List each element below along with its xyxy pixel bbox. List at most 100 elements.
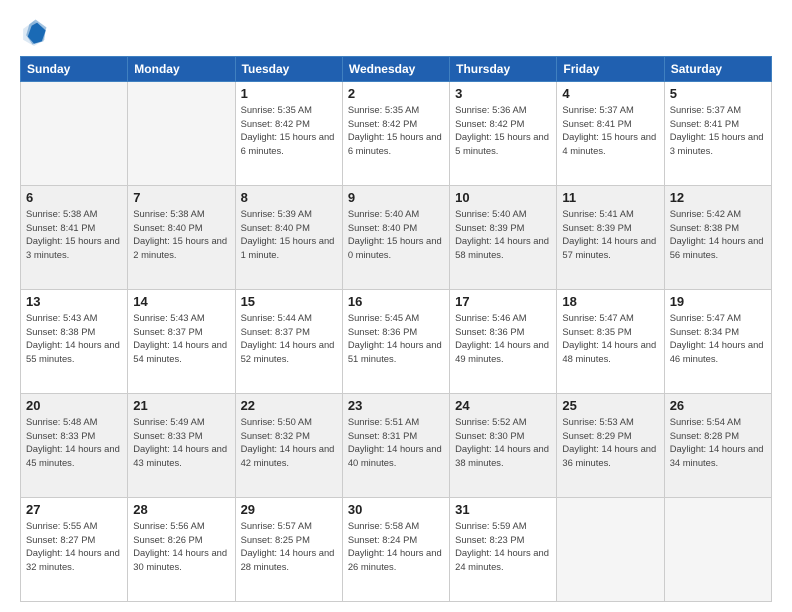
weekday-header-thursday: Thursday — [450, 57, 557, 82]
day-info: Sunrise: 5:58 AMSunset: 8:24 PMDaylight:… — [348, 519, 444, 574]
day-info: Sunrise: 5:54 AMSunset: 8:28 PMDaylight:… — [670, 415, 766, 470]
day-number: 2 — [348, 86, 444, 101]
calendar-cell: 12Sunrise: 5:42 AMSunset: 8:38 PMDayligh… — [664, 186, 771, 290]
week-row-1: 1 Sunrise: 5:35 AMSunset: 8:42 PMDaylight… — [21, 82, 772, 186]
day-info: Sunrise: 5:59 AMSunset: 8:23 PMDaylight:… — [455, 519, 551, 574]
day-number: 7 — [133, 190, 229, 205]
day-info: Sunrise: 5:55 AMSunset: 8:27 PMDaylight:… — [26, 519, 122, 574]
calendar-cell: 3Sunrise: 5:36 AMSunset: 8:42 PMDaylight… — [450, 82, 557, 186]
calendar-cell: 2 Sunrise: 5:35 AMSunset: 8:42 PMDaylight… — [342, 82, 449, 186]
calendar-cell: 29 Sunrise: 5:57 AMSunset: 8:25 PMDayligh… — [235, 498, 342, 602]
day-info: Sunrise: 5:39 AMSunset: 8:40 PMDaylight:… — [241, 207, 337, 262]
weekday-header-tuesday: Tuesday — [235, 57, 342, 82]
day-number: 11 — [562, 190, 658, 205]
calendar-cell: 13 Sunrise: 5:43 AMSunset: 8:38 PMDayligh… — [21, 290, 128, 394]
day-info: Sunrise: 5:37 AMSunset: 8:41 PMDaylight:… — [562, 103, 658, 158]
calendar-cell: 23Sunrise: 5:51 AMSunset: 8:31 PMDayligh… — [342, 394, 449, 498]
day-number: 16 — [348, 294, 444, 309]
weekday-header-friday: Friday — [557, 57, 664, 82]
page: SundayMondayTuesdayWednesdayThursdayFrid… — [0, 0, 792, 612]
day-number: 19 — [670, 294, 766, 309]
calendar-table: SundayMondayTuesdayWednesdayThursdayFrid… — [20, 56, 772, 602]
calendar-cell: 9Sunrise: 5:40 AMSunset: 8:40 PMDaylight… — [342, 186, 449, 290]
day-info: Sunrise: 5:53 AMSunset: 8:29 PMDaylight:… — [562, 415, 658, 470]
calendar-cell: 26 Sunrise: 5:54 AMSunset: 8:28 PMDayligh… — [664, 394, 771, 498]
calendar-cell: 30 Sunrise: 5:58 AMSunset: 8:24 PMDayligh… — [342, 498, 449, 602]
week-row-4: 20 Sunrise: 5:48 AMSunset: 8:33 PMDayligh… — [21, 394, 772, 498]
day-number: 1 — [241, 86, 337, 101]
day-info: Sunrise: 5:35 AMSunset: 8:42 PMDaylight:… — [241, 103, 337, 158]
day-info: Sunrise: 5:48 AMSunset: 8:33 PMDaylight:… — [26, 415, 122, 470]
day-number: 26 — [670, 398, 766, 413]
logo-icon — [20, 18, 48, 46]
day-info: Sunrise: 5:47 AMSunset: 8:34 PMDaylight:… — [670, 311, 766, 366]
day-number: 14 — [133, 294, 229, 309]
day-info: Sunrise: 5:57 AMSunset: 8:25 PMDaylight:… — [241, 519, 337, 574]
calendar-cell: 28Sunrise: 5:56 AMSunset: 8:26 PMDayligh… — [128, 498, 235, 602]
calendar-cell — [128, 82, 235, 186]
day-info: Sunrise: 5:38 AMSunset: 8:41 PMDaylight:… — [26, 207, 122, 262]
calendar-cell: 6 Sunrise: 5:38 AMSunset: 8:41 PMDaylight… — [21, 186, 128, 290]
logo — [20, 18, 52, 46]
calendar-cell: 25 Sunrise: 5:53 AMSunset: 8:29 PMDayligh… — [557, 394, 664, 498]
day-number: 29 — [241, 502, 337, 517]
day-number: 20 — [26, 398, 122, 413]
calendar-cell: 11 Sunrise: 5:41 AMSunset: 8:39 PMDayligh… — [557, 186, 664, 290]
day-number: 17 — [455, 294, 551, 309]
calendar-cell: 24Sunrise: 5:52 AMSunset: 8:30 PMDayligh… — [450, 394, 557, 498]
weekday-header-row: SundayMondayTuesdayWednesdayThursdayFrid… — [21, 57, 772, 82]
calendar-cell: 1 Sunrise: 5:35 AMSunset: 8:42 PMDaylight… — [235, 82, 342, 186]
calendar-cell: 22Sunrise: 5:50 AMSunset: 8:32 PMDayligh… — [235, 394, 342, 498]
calendar-cell: 19 Sunrise: 5:47 AMSunset: 8:34 PMDayligh… — [664, 290, 771, 394]
day-info: Sunrise: 5:35 AMSunset: 8:42 PMDaylight:… — [348, 103, 444, 158]
week-row-5: 27 Sunrise: 5:55 AMSunset: 8:27 PMDayligh… — [21, 498, 772, 602]
day-info: Sunrise: 5:51 AMSunset: 8:31 PMDaylight:… — [348, 415, 444, 470]
day-info: Sunrise: 5:50 AMSunset: 8:32 PMDaylight:… — [241, 415, 337, 470]
day-info: Sunrise: 5:36 AMSunset: 8:42 PMDaylight:… — [455, 103, 551, 158]
calendar-cell: 21Sunrise: 5:49 AMSunset: 8:33 PMDayligh… — [128, 394, 235, 498]
calendar-cell: 7 Sunrise: 5:38 AMSunset: 8:40 PMDaylight… — [128, 186, 235, 290]
calendar-cell — [557, 498, 664, 602]
week-row-2: 6 Sunrise: 5:38 AMSunset: 8:41 PMDaylight… — [21, 186, 772, 290]
calendar-cell: 4 Sunrise: 5:37 AMSunset: 8:41 PMDaylight… — [557, 82, 664, 186]
day-info: Sunrise: 5:56 AMSunset: 8:26 PMDaylight:… — [133, 519, 229, 574]
day-number: 10 — [455, 190, 551, 205]
day-number: 15 — [241, 294, 337, 309]
calendar-cell: 17 Sunrise: 5:46 AMSunset: 8:36 PMDayligh… — [450, 290, 557, 394]
day-number: 8 — [241, 190, 337, 205]
calendar-cell: 18 Sunrise: 5:47 AMSunset: 8:35 PMDayligh… — [557, 290, 664, 394]
day-info: Sunrise: 5:37 AMSunset: 8:41 PMDaylight:… — [670, 103, 766, 158]
day-info: Sunrise: 5:49 AMSunset: 8:33 PMDaylight:… — [133, 415, 229, 470]
day-info: Sunrise: 5:44 AMSunset: 8:37 PMDaylight:… — [241, 311, 337, 366]
day-info: Sunrise: 5:43 AMSunset: 8:38 PMDaylight:… — [26, 311, 122, 366]
day-number: 6 — [26, 190, 122, 205]
day-info: Sunrise: 5:47 AMSunset: 8:35 PMDaylight:… — [562, 311, 658, 366]
calendar-cell — [664, 498, 771, 602]
weekday-header-wednesday: Wednesday — [342, 57, 449, 82]
calendar-cell — [21, 82, 128, 186]
day-info: Sunrise: 5:38 AMSunset: 8:40 PMDaylight:… — [133, 207, 229, 262]
day-info: Sunrise: 5:41 AMSunset: 8:39 PMDaylight:… — [562, 207, 658, 262]
calendar-cell: 16Sunrise: 5:45 AMSunset: 8:36 PMDayligh… — [342, 290, 449, 394]
header — [20, 18, 772, 46]
weekday-header-saturday: Saturday — [664, 57, 771, 82]
day-info: Sunrise: 5:46 AMSunset: 8:36 PMDaylight:… — [455, 311, 551, 366]
calendar-cell: 10 Sunrise: 5:40 AMSunset: 8:39 PMDayligh… — [450, 186, 557, 290]
calendar-cell: 20 Sunrise: 5:48 AMSunset: 8:33 PMDayligh… — [21, 394, 128, 498]
calendar-cell: 15 Sunrise: 5:44 AMSunset: 8:37 PMDayligh… — [235, 290, 342, 394]
day-info: Sunrise: 5:43 AMSunset: 8:37 PMDaylight:… — [133, 311, 229, 366]
day-number: 13 — [26, 294, 122, 309]
day-number: 27 — [26, 502, 122, 517]
day-number: 31 — [455, 502, 551, 517]
day-number: 18 — [562, 294, 658, 309]
day-number: 25 — [562, 398, 658, 413]
day-number: 30 — [348, 502, 444, 517]
day-number: 5 — [670, 86, 766, 101]
day-number: 24 — [455, 398, 551, 413]
day-info: Sunrise: 5:40 AMSunset: 8:40 PMDaylight:… — [348, 207, 444, 262]
day-number: 12 — [670, 190, 766, 205]
week-row-3: 13 Sunrise: 5:43 AMSunset: 8:38 PMDayligh… — [21, 290, 772, 394]
calendar-cell: 8 Sunrise: 5:39 AMSunset: 8:40 PMDaylight… — [235, 186, 342, 290]
day-number: 4 — [562, 86, 658, 101]
day-info: Sunrise: 5:40 AMSunset: 8:39 PMDaylight:… — [455, 207, 551, 262]
